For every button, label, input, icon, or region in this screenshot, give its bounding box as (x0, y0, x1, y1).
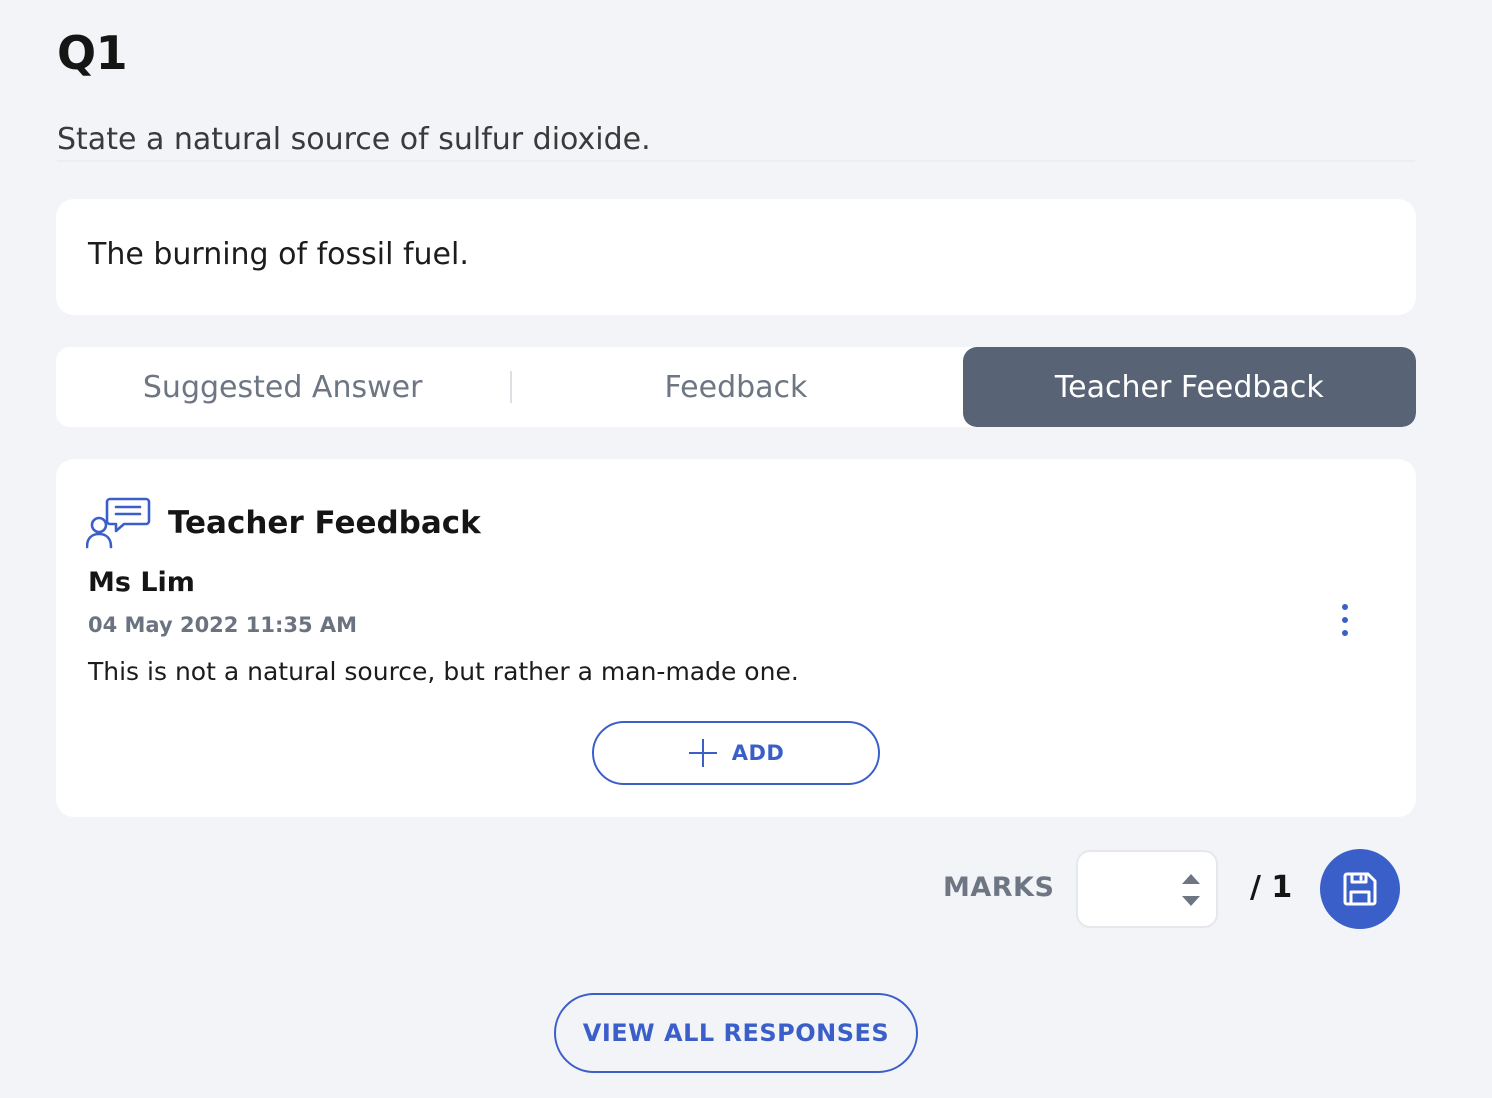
save-button[interactable] (1320, 849, 1400, 929)
question-number: Q1 (57, 26, 128, 80)
stepper-up-icon[interactable] (1182, 874, 1200, 884)
save-icon (1343, 872, 1377, 906)
kebab-dot (1342, 604, 1348, 610)
plus-icon (688, 738, 718, 768)
add-button-label: ADD (731, 741, 785, 765)
tab-feedback[interactable]: Feedback (509, 347, 962, 427)
marks-label: MARKS (943, 872, 1055, 903)
kebab-dot (1342, 617, 1348, 623)
tab-suggested-answer[interactable]: Suggested Answer (56, 347, 509, 427)
more-options-icon[interactable] (1328, 599, 1362, 641)
chat-person-icon (85, 495, 152, 551)
teacher-feedback-heading: Teacher Feedback (168, 505, 481, 541)
kebab-dot (1342, 630, 1348, 636)
feedback-author: Ms Lim (88, 567, 195, 598)
tab-teacher-feedback[interactable]: Teacher Feedback (962, 347, 1416, 427)
tab-divider (510, 371, 512, 403)
feedback-timestamp: 04 May 2022 11:35 AM (88, 613, 358, 637)
stepper-down-icon[interactable] (1182, 896, 1200, 906)
view-all-responses-button[interactable]: VIEW ALL RESPONSES (554, 993, 918, 1073)
divider (57, 160, 1415, 162)
question-review-page: Q1 State a natural source of sulfur diox… (0, 0, 1492, 1098)
student-answer-card: The burning of fossil fuel. (56, 199, 1416, 315)
answer-tabs: Suggested Answer Feedback Teacher Feedba… (56, 347, 1416, 427)
question-text: State a natural source of sulfur dioxide… (57, 122, 651, 157)
student-answer-text: The burning of fossil fuel. (88, 237, 469, 272)
marks-stepper-input[interactable] (1076, 850, 1218, 928)
marks-total: / 1 (1250, 870, 1293, 905)
feedback-comment: This is not a natural source, but rather… (88, 657, 799, 686)
stepper-arrows-icon[interactable] (1182, 874, 1200, 906)
teacher-feedback-card: Teacher Feedback Ms Lim 04 May 2022 11:3… (56, 459, 1416, 817)
add-feedback-button[interactable]: ADD (592, 721, 880, 785)
